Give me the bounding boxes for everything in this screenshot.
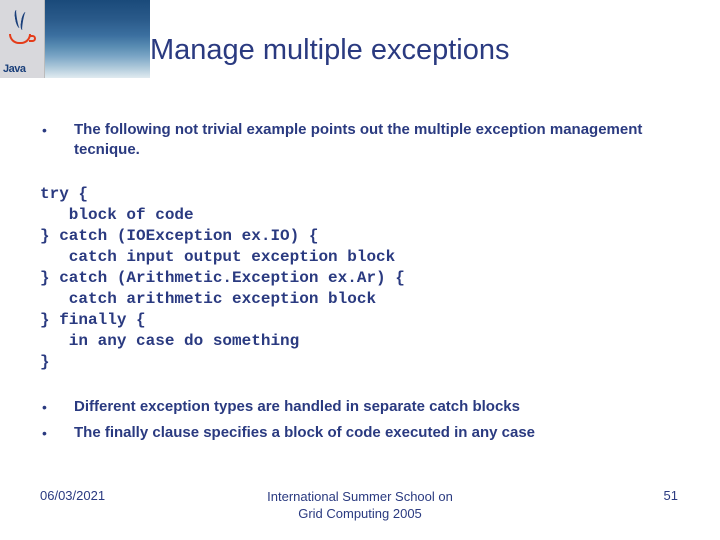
bullet-marker: •: [40, 397, 74, 417]
slide-title: Manage multiple exceptions: [150, 34, 690, 67]
bullet-marker: •: [40, 120, 74, 160]
java-logo-text: Java: [3, 63, 25, 75]
footer-page-number: 51: [664, 488, 678, 503]
bullet-text: Different exception types are handled in…: [74, 397, 520, 417]
bullet-item: • The following not trivial example poin…: [40, 120, 680, 160]
footer-venue-line1: International Summer School on: [267, 489, 453, 504]
slide-footer: 06/03/2021 International Summer School o…: [0, 488, 720, 522]
header-image-strip: Java: [0, 0, 150, 78]
bullet-text: The finally clause specifies a block of …: [74, 423, 535, 443]
java-cup-icon: [7, 10, 37, 48]
slide-content: • The following not trivial example poin…: [40, 120, 680, 449]
java-logo: Java: [0, 0, 45, 78]
footer-venue-line2: Grid Computing 2005: [298, 506, 422, 521]
bullet-marker: •: [40, 423, 74, 443]
bullet-text: The following not trivial example points…: [74, 120, 680, 160]
footer-venue: International Summer School on Grid Comp…: [0, 488, 720, 522]
bullet-item: • Different exception types are handled …: [40, 397, 680, 417]
bullet-item: • The finally clause specifies a block o…: [40, 423, 680, 443]
footer-date: 06/03/2021: [40, 488, 105, 503]
code-block: try { block of code } catch (IOException…: [40, 184, 680, 373]
